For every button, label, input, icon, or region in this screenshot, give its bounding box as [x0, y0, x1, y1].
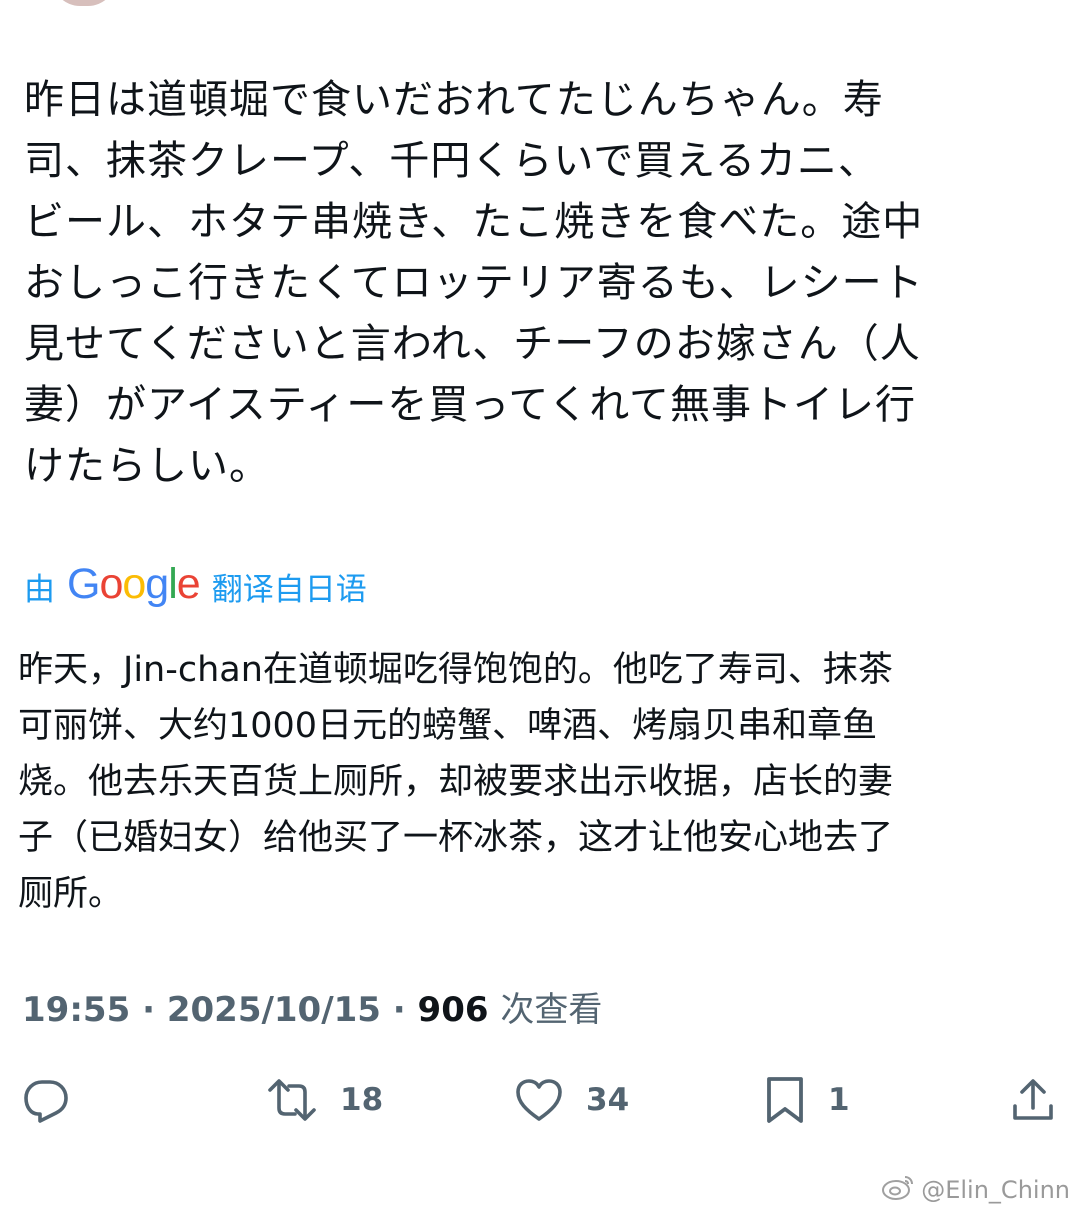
retweet-count: 18	[340, 1082, 384, 1118]
retweet-icon	[266, 1076, 318, 1124]
tweet-meta: 19:55 · 2025/10/15 · 906 次查看	[22, 982, 602, 1031]
tweet-original-text: 昨日は道頓堀で食いだおれてたじんちゃん。寿 司、抹茶クレープ、千円くらいで買える…	[24, 77, 924, 489]
avatar[interactable]	[52, 0, 116, 6]
tweet-translated-text: 昨天，Jin-chan在道顿堀吃得饱饱的。他吃了寿司、抹茶 可丽饼、大约1000…	[18, 650, 894, 914]
tweet-time[interactable]: 19:55	[22, 990, 130, 1030]
share-icon	[1010, 1076, 1056, 1124]
reply-icon	[22, 1076, 70, 1124]
heart-icon	[514, 1077, 564, 1123]
translation-attribution[interactable]: 由 Google 翻译自日语	[24, 560, 367, 612]
share-button[interactable]	[1010, 1070, 1056, 1130]
translation-suffix: 翻译自日语	[211, 571, 367, 608]
views-label: 次查看	[500, 990, 603, 1030]
bookmark-count: 1	[828, 1082, 850, 1118]
watermark: @Elin_Chinn	[881, 1173, 1070, 1207]
retweet-button[interactable]: 18	[266, 1070, 383, 1130]
tweet-action-bar: 18 34 1	[0, 1070, 1080, 1130]
like-button[interactable]: 34	[514, 1070, 629, 1130]
watermark-text: @Elin_Chinn	[921, 1176, 1070, 1204]
reply-button[interactable]	[22, 1070, 70, 1130]
bookmark-button[interactable]: 1	[764, 1070, 850, 1130]
google-logo: Google	[67, 559, 201, 608]
views-count: 906	[417, 990, 489, 1030]
meta-separator: ·	[392, 990, 406, 1030]
bookmark-icon	[764, 1075, 806, 1125]
weibo-icon	[881, 1173, 921, 1207]
meta-separator: ·	[142, 990, 155, 1030]
translation-prefix: 由	[24, 571, 55, 608]
tweet-date[interactable]: 2025/10/15	[167, 990, 381, 1030]
like-count: 34	[586, 1082, 630, 1118]
